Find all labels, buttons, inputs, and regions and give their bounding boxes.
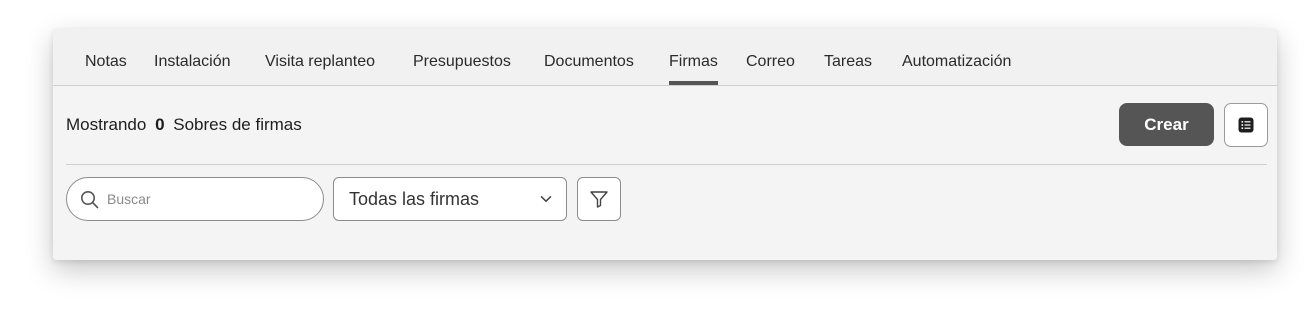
list-view-button[interactable] xyxy=(1224,103,1268,147)
search-icon xyxy=(80,190,99,209)
signatures-panel: Notas Instalación Visita replanteo Presu… xyxy=(53,29,1277,260)
summary-suffix: Sobres de firmas xyxy=(173,115,302,134)
tab-presupuestos[interactable]: Presupuestos xyxy=(413,53,511,71)
filter-button[interactable] xyxy=(577,177,621,221)
tab-documentos[interactable]: Documentos xyxy=(544,53,634,71)
select-value: Todas las firmas xyxy=(349,188,480,209)
tab-tareas[interactable]: Tareas xyxy=(824,53,872,71)
tab-correo[interactable]: Correo xyxy=(746,53,795,71)
search-box[interactable] xyxy=(66,177,324,221)
search-input[interactable] xyxy=(105,190,309,208)
tab-visita-replanteo[interactable]: Visita replanteo xyxy=(265,53,375,71)
summary-count: 0 xyxy=(155,115,165,134)
signature-filter-select[interactable]: Todas las firmas xyxy=(333,177,567,221)
section-divider xyxy=(66,164,1267,165)
summary-prefix: Mostrando xyxy=(66,115,147,134)
list-icon xyxy=(1238,117,1254,133)
tab-notas[interactable]: Notas xyxy=(85,53,127,71)
create-button[interactable]: Crear xyxy=(1119,103,1214,146)
results-summary: Mostrando 0 Sobres de firmas xyxy=(66,115,302,135)
tab-bar: Notas Instalación Visita replanteo Presu… xyxy=(53,29,1277,86)
tab-instalacion[interactable]: Instalación xyxy=(154,53,231,71)
tab-firmas[interactable]: Firmas xyxy=(669,53,718,85)
tab-automatizacion[interactable]: Automatización xyxy=(902,53,1011,71)
chevron-down-icon xyxy=(540,195,552,203)
filter-icon xyxy=(589,189,609,209)
